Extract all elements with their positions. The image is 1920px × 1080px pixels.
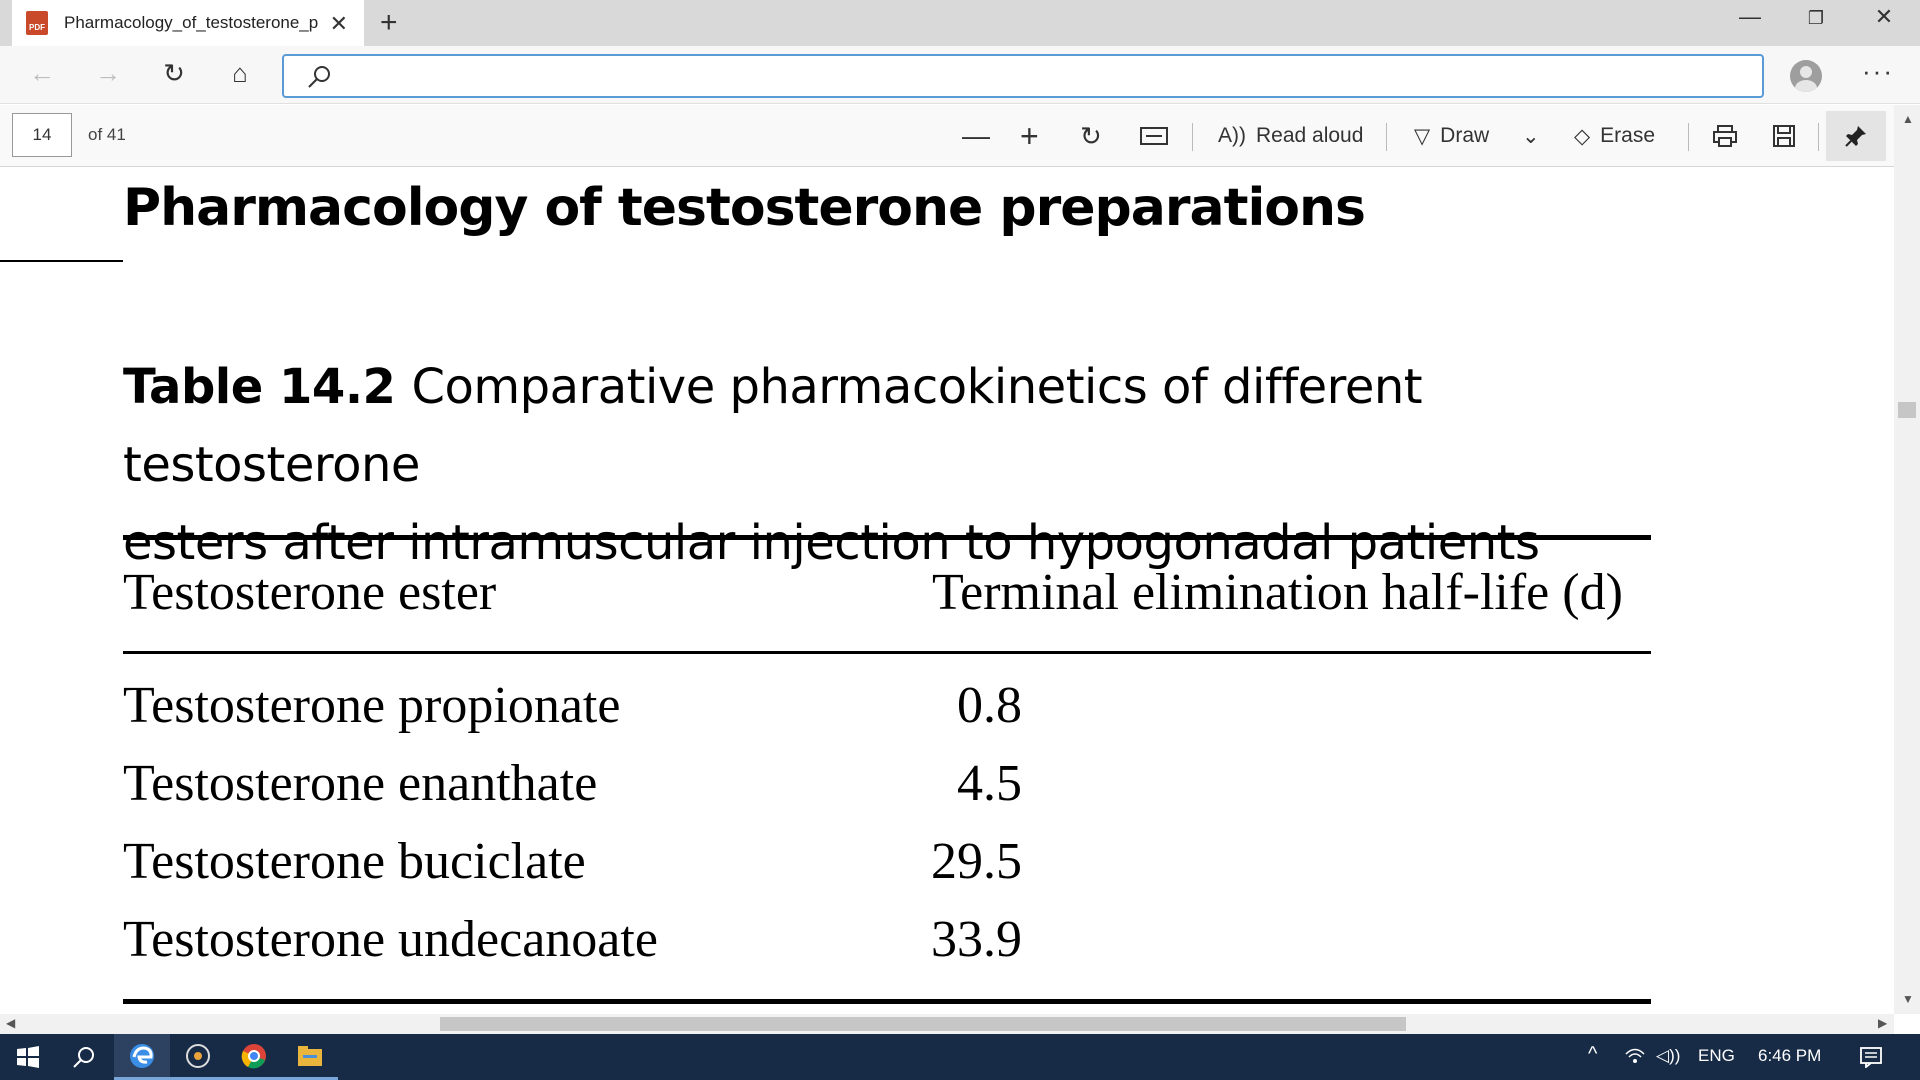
navigation-bar: ← → ↻ ⌂ ··· xyxy=(0,46,1920,104)
rotate-icon[interactable]: ↻ xyxy=(1080,119,1102,153)
table-bottom-rule xyxy=(123,999,1651,1004)
scroll-up-icon[interactable]: ▲ xyxy=(1902,112,1914,126)
search-icon[interactable] xyxy=(56,1034,112,1080)
browser-tab[interactable]: PDF Pharmacology_of_testosterone_p ✕ xyxy=(12,0,364,46)
toolbar-divider xyxy=(1818,123,1819,151)
page-heading: Pharmacology of testosterone preparation… xyxy=(123,178,1366,238)
eraser-icon: ◇ xyxy=(1574,124,1591,148)
file-explorer-icon[interactable] xyxy=(282,1034,338,1080)
table-row-ester: Testosterone enanthate xyxy=(123,755,598,812)
read-aloud-label: Read aloud xyxy=(1256,124,1364,147)
erase-label: Erase xyxy=(1600,124,1656,147)
new-tab-button[interactable]: + xyxy=(380,6,398,40)
tab-title: Pharmacology_of_testosterone_p xyxy=(64,13,319,32)
table-row-ester: Testosterone propionate xyxy=(123,677,621,734)
back-icon[interactable]: ← xyxy=(24,58,60,89)
pdf-toolbar: 14 of 41 — + ↻ A)) Read aloud ▽ Draw ⌄ ◇… xyxy=(0,105,1920,167)
draw-icon: ▽ xyxy=(1414,124,1431,148)
pdf-file-icon: PDF xyxy=(26,11,48,35)
chrome-icon[interactable] xyxy=(226,1034,282,1080)
table-top-rule xyxy=(123,535,1651,540)
vertical-scroll-thumb[interactable] xyxy=(1898,402,1916,418)
minimize-button[interactable]: — xyxy=(1722,4,1778,36)
pin-icon[interactable] xyxy=(1826,111,1886,161)
address-bar[interactable] xyxy=(282,54,1764,98)
table-row-half-life: 0.8 xyxy=(957,677,1022,734)
heading-rule xyxy=(0,260,123,262)
chevron-down-icon[interactable]: ⌄ xyxy=(1522,119,1540,153)
search-icon xyxy=(308,66,330,88)
read-aloud-button[interactable]: A)) Read aloud xyxy=(1218,119,1363,153)
close-window-button[interactable]: ✕ xyxy=(1856,4,1912,36)
read-aloud-icon: A)) xyxy=(1218,124,1246,147)
horizontal-scroll-thumb[interactable] xyxy=(440,1017,1406,1031)
volume-icon[interactable]: ◁)) xyxy=(1656,1046,1680,1066)
media-player-icon[interactable] xyxy=(170,1034,226,1080)
zoom-out-icon[interactable]: — xyxy=(962,119,990,153)
toolbar-divider xyxy=(1688,123,1689,151)
edge-browser-icon[interactable] xyxy=(114,1034,170,1080)
scroll-down-icon[interactable]: ▼ xyxy=(1902,992,1914,1006)
wifi-icon[interactable] xyxy=(1624,1046,1646,1071)
table-row-half-life: 29.5 xyxy=(931,833,1022,890)
column-header-ester: Testosterone ester xyxy=(123,564,497,621)
table-row-ester: Testosterone buciclate xyxy=(123,833,586,890)
restore-button[interactable]: ❐ xyxy=(1788,8,1844,40)
save-icon[interactable] xyxy=(1772,119,1796,153)
header-rule xyxy=(123,651,1651,654)
table-row-half-life: 33.9 xyxy=(931,911,1022,968)
print-icon[interactable] xyxy=(1712,119,1738,153)
profile-icon[interactable] xyxy=(1790,60,1822,92)
zoom-in-icon[interactable]: + xyxy=(1020,118,1039,154)
draw-label: Draw xyxy=(1440,124,1490,147)
home-icon[interactable]: ⌂ xyxy=(222,58,258,89)
tab-strip: PDF Pharmacology_of_testosterone_p ✕ + —… xyxy=(0,0,1920,46)
scroll-right-icon[interactable]: ▶ xyxy=(1878,1016,1887,1030)
draw-button[interactable]: ▽ Draw xyxy=(1414,119,1489,153)
vertical-scrollbar[interactable] xyxy=(1894,105,1920,1014)
windows-start-icon[interactable] xyxy=(0,1034,56,1080)
table-row-ester: Testosterone undecanoate xyxy=(123,911,658,968)
fit-page-icon[interactable] xyxy=(1140,119,1168,153)
language-indicator[interactable]: ENG xyxy=(1698,1046,1735,1066)
refresh-icon[interactable]: ↻ xyxy=(156,58,192,89)
column-header-half-life: Terminal elimination half-life (d) xyxy=(932,564,1623,621)
notifications-icon[interactable] xyxy=(1860,1046,1882,1073)
table-caption: Table 14.2 Comparative pharmacokinetics o… xyxy=(123,348,1653,582)
pdf-page: Pharmacology of testosterone preparation… xyxy=(0,168,1894,1014)
table-label: Table 14.2 xyxy=(123,359,396,415)
page-count: of 41 xyxy=(88,125,126,144)
page-number-input[interactable]: 14 xyxy=(12,113,72,157)
table-row-half-life: 4.5 xyxy=(957,755,1022,812)
erase-button[interactable]: ◇ Erase xyxy=(1574,119,1655,153)
toolbar-divider xyxy=(1386,123,1387,151)
chevron-up-icon[interactable]: ^ xyxy=(1588,1043,1597,1066)
more-icon[interactable]: ··· xyxy=(1862,56,1894,87)
forward-icon[interactable]: → xyxy=(90,58,126,89)
scroll-left-icon[interactable]: ◀ xyxy=(6,1016,15,1030)
close-tab-icon[interactable]: ✕ xyxy=(330,11,348,37)
toolbar-divider xyxy=(1192,123,1193,151)
clock-time[interactable]: 6:46 PM xyxy=(1758,1046,1821,1066)
taskbar: ^ ◁)) ENG 6:46 PM xyxy=(0,1034,1920,1080)
